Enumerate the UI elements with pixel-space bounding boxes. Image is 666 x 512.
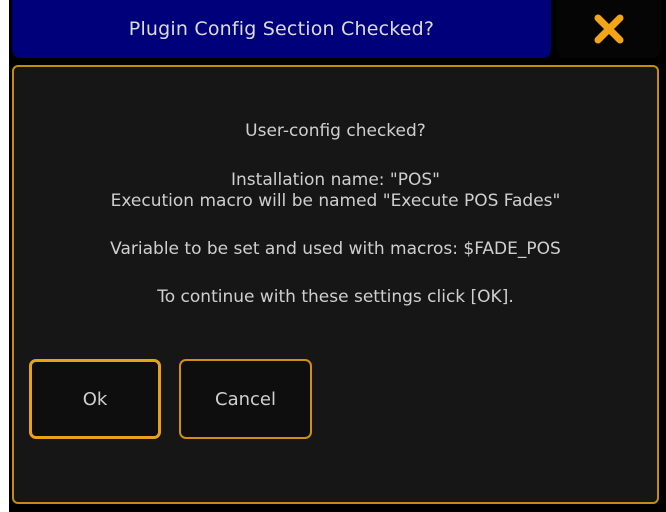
cancel-button[interactable]: Cancel bbox=[179, 359, 312, 439]
message-line-user-config: User-config checked? bbox=[245, 121, 426, 141]
message-line-installation-name: Installation name: "POS" bbox=[231, 170, 440, 190]
message-line-continue: To continue with these settings click [O… bbox=[157, 287, 514, 307]
dialog-content: User-config checked? Installation name: … bbox=[12, 65, 659, 504]
message-line-variable: Variable to be set and used with macros:… bbox=[110, 239, 561, 259]
dialog-title: Plugin Config Section Checked? bbox=[128, 18, 435, 40]
plugin-config-dialog: Plugin Config Section Checked? User-conf… bbox=[9, 0, 666, 512]
ok-button[interactable]: Ok bbox=[29, 359, 161, 439]
close-x-icon bbox=[594, 14, 623, 44]
message-line-execution-macro: Execution macro will be named "Execute P… bbox=[110, 191, 561, 211]
close-button[interactable] bbox=[556, 0, 661, 58]
dialog-title-bar: Plugin Config Section Checked? bbox=[12, 0, 551, 58]
